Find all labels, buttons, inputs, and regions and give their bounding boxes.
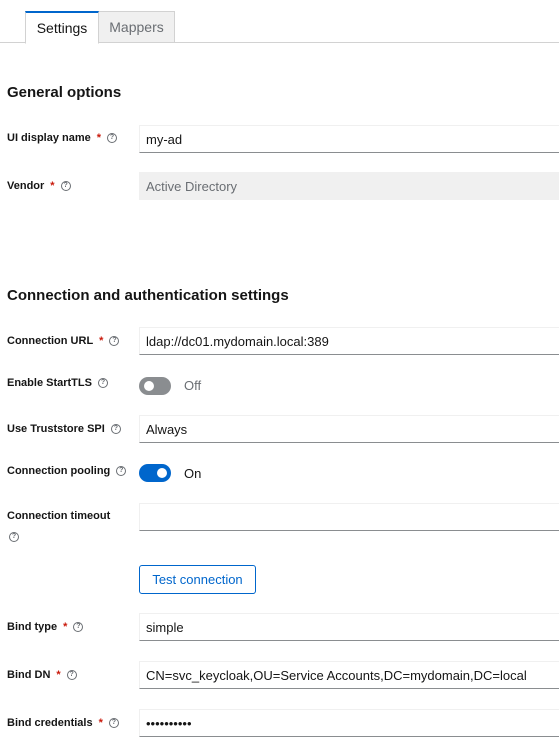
bind-credentials-label: Bind credentials * ? — [7, 717, 119, 729]
bind-type-select[interactable]: simple — [139, 613, 559, 641]
ui-display-name-input[interactable]: my-ad — [139, 125, 559, 153]
bind-dn-label-text: Bind DN — [7, 669, 51, 681]
help-icon[interactable]: ? — [110, 424, 121, 434]
connection-settings-heading: Connection and authentication settings — [7, 287, 289, 304]
required-asterisk: * — [56, 669, 61, 681]
connection-pooling-state-text: On — [184, 466, 202, 481]
help-icon[interactable]: ? — [107, 133, 118, 143]
connection-pooling-label-text: Connection pooling — [7, 465, 111, 477]
starttls-toggle[interactable] — [139, 377, 171, 395]
required-asterisk: * — [99, 335, 104, 347]
connection-url-input[interactable]: ldap://dc01.mydomain.local:389 — [139, 327, 559, 355]
toggle-knob — [157, 468, 167, 478]
required-asterisk: * — [50, 180, 55, 192]
bind-credentials-label-text: Bind credentials — [7, 717, 93, 729]
bind-dn-label: Bind DN * ? — [7, 669, 77, 681]
truststore-select[interactable]: Always — [139, 415, 559, 443]
vendor-select: Active Directory — [139, 172, 559, 200]
bind-dn-input[interactable]: CN=svc_keycloak,OU=Service Accounts,DC=m… — [139, 661, 559, 689]
help-icon[interactable]: ? — [108, 718, 119, 728]
required-asterisk: * — [96, 132, 102, 144]
connection-pooling-toggle[interactable] — [139, 464, 171, 482]
use-truststore-spi-label-text: Use Truststore SPI — [7, 423, 105, 435]
tab-settings[interactable]: Settings — [25, 11, 99, 44]
help-icon[interactable]: ? — [66, 670, 77, 680]
vendor-label: Vendor * ? — [7, 180, 71, 192]
connection-timeout-label-text: Connection timeout — [7, 510, 111, 522]
help-icon[interactable]: ? — [109, 336, 120, 346]
tab-mappers[interactable]: Mappers — [99, 11, 175, 43]
help-icon[interactable]: ? — [9, 532, 19, 542]
connection-timeout-label: Connection timeout — [7, 510, 110, 522]
bind-type-label: Bind type * ? — [7, 621, 84, 633]
toggle-knob — [144, 381, 154, 391]
ui-display-name-label: UI display name * ? — [7, 132, 118, 144]
vendor-label-text: Vendor — [7, 180, 45, 192]
help-icon[interactable]: ? — [60, 181, 71, 191]
bind-credentials-input[interactable]: •••••••••• — [139, 709, 559, 737]
connection-url-label-text: Connection URL — [7, 335, 94, 347]
starttls-state-text: Off — [184, 378, 202, 393]
connection-timeout-input[interactable] — [139, 503, 559, 531]
use-truststore-spi-label: Use Truststore SPI ? — [7, 423, 121, 435]
general-options-heading: General options — [7, 84, 122, 101]
test-connection-button[interactable]: Test connection — [139, 565, 256, 594]
enable-starttls-label: Enable StartTLS ? — [7, 377, 108, 389]
required-asterisk: * — [98, 717, 103, 729]
bind-type-label-text: Bind type — [7, 621, 58, 633]
enable-starttls-label-text: Enable StartTLS — [7, 377, 92, 389]
connection-url-label: Connection URL * ? — [7, 335, 120, 347]
help-icon[interactable]: ? — [73, 622, 84, 632]
help-icon[interactable]: ? — [97, 378, 108, 388]
required-asterisk: * — [63, 621, 68, 633]
ui-display-name-label-text: UI display name — [7, 132, 91, 144]
tab-bar: Settings Mappers — [0, 0, 559, 44]
connection-pooling-label: Connection pooling ? — [7, 465, 127, 477]
help-icon[interactable]: ? — [116, 466, 127, 476]
